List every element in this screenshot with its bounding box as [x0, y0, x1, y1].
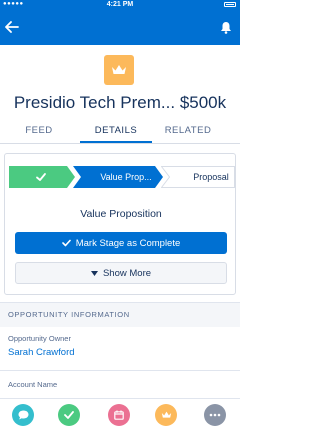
field-label: Opportunity Owner — [8, 334, 71, 343]
record-title: Presidio Tech Prem... $500k — [13, 93, 227, 112]
stage-current[interactable]: Value Prop... — [73, 166, 163, 188]
new-task-button[interactable] — [58, 404, 80, 426]
tab-details[interactable]: DETAILS — [80, 120, 152, 143]
stage-complete[interactable] — [9, 166, 75, 188]
notifications-button[interactable] — [216, 17, 236, 37]
checkmark-icon — [64, 411, 74, 419]
post-action-button[interactable] — [12, 404, 34, 426]
stage-upcoming[interactable]: Proposal — [161, 166, 235, 188]
tab-feed[interactable]: FEED — [10, 120, 68, 143]
field-divider — [0, 370, 240, 371]
battery-icon — [224, 2, 236, 7]
field-label: Account Name — [8, 380, 58, 389]
action-bar — [0, 398, 240, 430]
section-title: OPPORTUNITY INFORMATION — [8, 310, 130, 319]
current-stage-name: Value Proposition — [80, 208, 162, 220]
crown-icon — [161, 411, 171, 418]
nav-bar — [0, 9, 240, 45]
opportunity-record-icon — [104, 55, 134, 85]
back-button[interactable] — [2, 17, 22, 37]
sales-path: Value Prop... Proposal — [9, 160, 235, 194]
status-time: 4:21 PM — [106, 1, 134, 8]
more-actions-button[interactable] — [204, 404, 226, 426]
triangle-down-icon — [90, 270, 98, 276]
mark-stage-complete-label: Mark Stage as Complete — [75, 237, 181, 249]
crown-icon — [112, 65, 126, 74]
mark-stage-complete-button[interactable]: Mark Stage as Complete — [15, 232, 227, 254]
stage-current-label: Value Prop... — [100, 172, 152, 182]
status-bar: ●●●●● 4:21 PM — [0, 0, 240, 9]
new-opportunity-button[interactable] — [155, 404, 177, 426]
arrow-left-icon — [5, 21, 19, 33]
chat-bubble-icon — [18, 410, 28, 420]
more-icon — [209, 413, 221, 417]
record-tabs: FEED DETAILS RELATED — [0, 120, 240, 144]
show-more-label: Show More — [102, 267, 152, 279]
show-more-button[interactable]: Show More — [15, 262, 227, 284]
field-opportunity-owner: Opportunity Owner Sarah Crawford — [8, 334, 232, 358]
field-account-name: Account Name — [8, 380, 232, 389]
calendar-icon — [114, 410, 124, 420]
tab-related[interactable]: RELATED — [158, 120, 218, 143]
sales-path-card: Value Prop... Proposal Value Proposition… — [4, 153, 236, 295]
checkmark-icon — [36, 173, 46, 181]
stage-upcoming-label: Proposal — [193, 172, 229, 182]
new-event-button[interactable] — [108, 404, 130, 426]
checkmark-icon — [61, 239, 71, 247]
owner-link[interactable]: Sarah Crawford — [8, 347, 232, 358]
bell-icon — [221, 21, 231, 34]
section-header[interactable]: OPPORTUNITY INFORMATION — [0, 303, 240, 327]
